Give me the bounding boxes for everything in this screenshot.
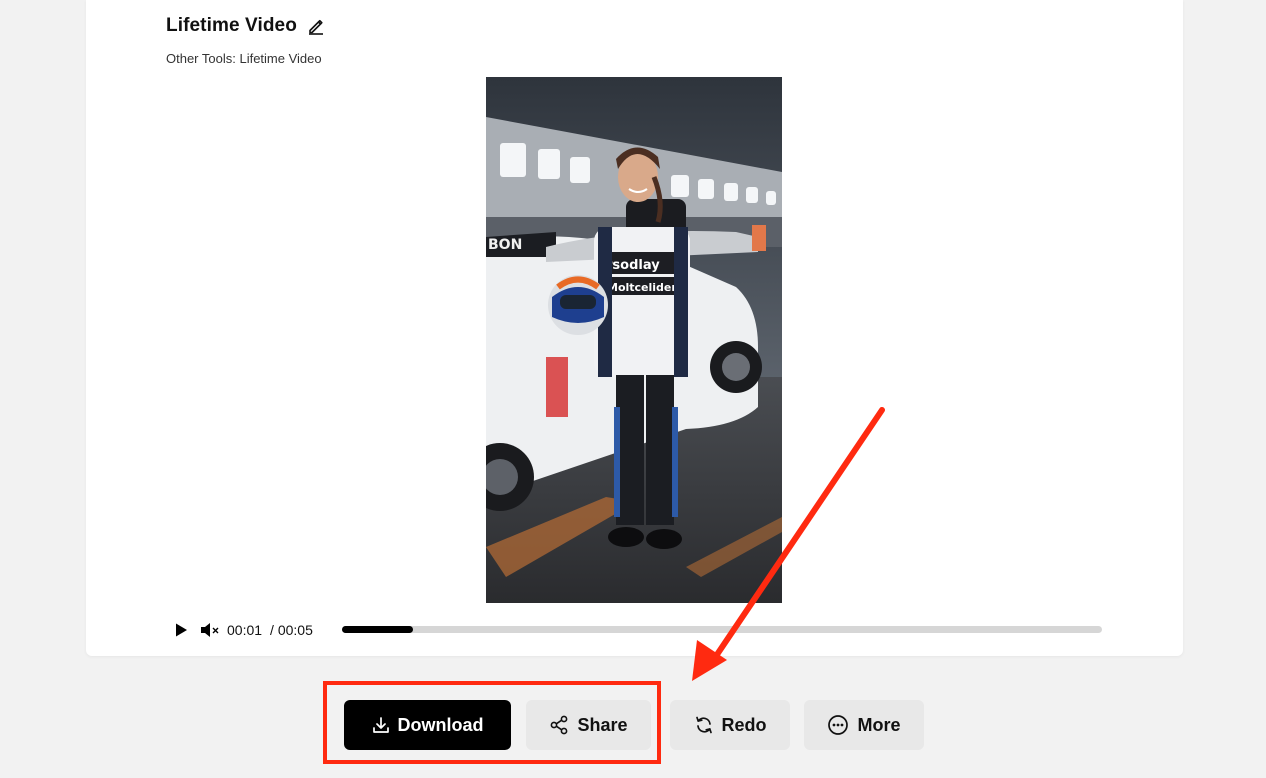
svg-text:Moltcelider: Moltcelider	[607, 281, 677, 294]
share-label: Share	[577, 714, 628, 735]
svg-text:rsodlay: rsodlay	[606, 258, 660, 273]
video-controls: 00:01 / 00:05	[173, 620, 1103, 640]
more-icon	[827, 714, 849, 736]
download-icon	[372, 716, 390, 734]
video-frame-illustration: BON rsodlay Moltcelider	[486, 77, 782, 603]
current-time: 00:01	[227, 622, 263, 638]
download-button[interactable]: Download	[344, 700, 511, 750]
play-icon[interactable]	[173, 622, 189, 638]
volume-muted-icon[interactable]	[200, 622, 220, 638]
svg-text:BON: BON	[488, 237, 522, 253]
redo-icon	[694, 715, 714, 735]
duration: / 00:05	[270, 622, 313, 638]
redo-button[interactable]: Redo	[670, 700, 790, 750]
video-title: Lifetime Video	[166, 15, 297, 36]
progress-bar-fill	[342, 626, 414, 633]
video-result-card: Lifetime Video Other Tools: Lifetime Vid…	[86, 0, 1183, 656]
share-button[interactable]: Share	[526, 700, 651, 750]
share-icon	[549, 715, 569, 735]
pencil-icon[interactable]	[307, 17, 325, 35]
redo-label: Redo	[721, 714, 767, 735]
download-label: Download	[397, 714, 484, 735]
page: Lifetime Video Other Tools: Lifetime Vid…	[0, 0, 1266, 778]
action-bar: Download Share Redo More	[0, 700, 1266, 750]
title-row: Lifetime Video	[166, 15, 325, 37]
more-label: More	[857, 714, 901, 735]
more-button[interactable]: More	[804, 700, 924, 750]
video-preview[interactable]: BON rsodlay Moltcelider	[486, 77, 782, 603]
video-subtitle: Other Tools: Lifetime Video	[166, 51, 322, 66]
progress-bar[interactable]	[342, 626, 1102, 633]
